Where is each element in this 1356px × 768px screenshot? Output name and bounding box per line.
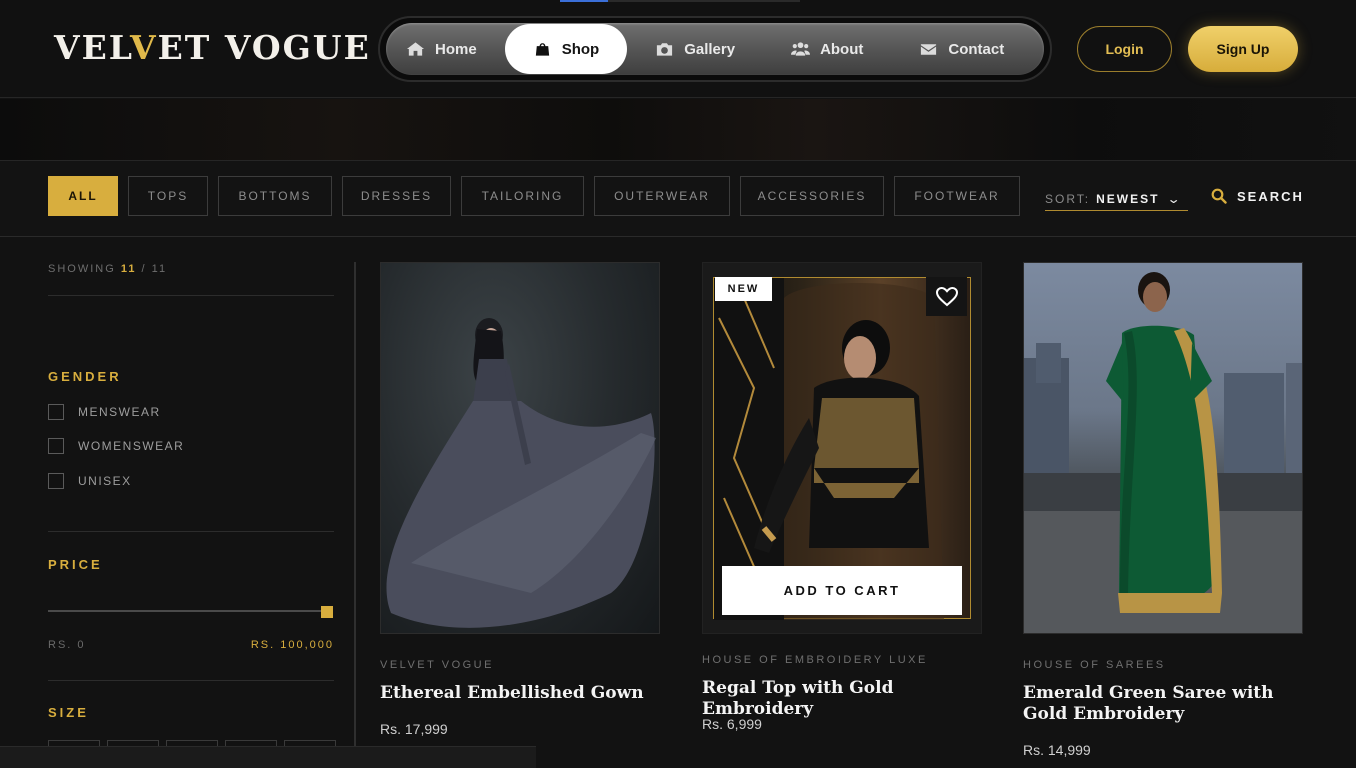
price-slider-track[interactable] bbox=[48, 610, 328, 612]
product-image[interactable] bbox=[380, 262, 660, 634]
product-name[interactable]: Regal Top with Gold Embroidery bbox=[702, 678, 982, 720]
gender-unisex-checkbox[interactable]: UNISEX bbox=[48, 473, 132, 489]
category-accessories[interactable]: ACCESSORIES bbox=[740, 176, 884, 216]
envelope-icon bbox=[921, 44, 937, 55]
size-title: SIZE bbox=[48, 705, 89, 720]
horizontal-scrollbar[interactable] bbox=[0, 746, 536, 768]
heart-icon bbox=[935, 286, 958, 306]
search-icon bbox=[1211, 188, 1227, 204]
category-all[interactable]: ALL bbox=[48, 176, 118, 216]
login-button[interactable]: Login bbox=[1077, 26, 1172, 72]
gender-menswear-checkbox[interactable]: MENSWEAR bbox=[48, 404, 161, 420]
main-nav: Home Shop Gallery About Contact bbox=[378, 16, 1052, 82]
new-badge: NEW bbox=[715, 277, 772, 301]
price-title: PRICE bbox=[48, 557, 103, 572]
product-price: Rs. 14,999 bbox=[1023, 742, 1091, 758]
results-count: SHOWING 11 / 11 bbox=[48, 263, 168, 275]
divider bbox=[48, 680, 334, 681]
filter-sidebar: SHOWING 11 / 11 GENDER MENSWEAR WOMENSWE… bbox=[48, 237, 336, 768]
site-header: VELVET VOGUE Home Shop Gallery About Con… bbox=[0, 0, 1356, 98]
product-price: Rs. 6,999 bbox=[702, 716, 762, 732]
gender-womenswear-checkbox[interactable]: WOMENSWEAR bbox=[48, 438, 184, 454]
search-button[interactable]: SEARCH bbox=[1211, 188, 1304, 204]
sort-label: SORT: bbox=[1045, 191, 1091, 206]
nav-home[interactable]: Home bbox=[406, 24, 477, 74]
sidebar-divider bbox=[354, 262, 356, 748]
nav-gallery[interactable]: Gallery bbox=[655, 24, 735, 74]
category-outerwear[interactable]: OUTERWEAR bbox=[594, 176, 730, 216]
chevron-down-icon: ⌄ bbox=[1167, 191, 1184, 206]
sort-value: NEWEST bbox=[1096, 191, 1160, 206]
checkbox-box[interactable] bbox=[48, 404, 64, 420]
product-brand: HOUSE OF SAREES bbox=[1023, 659, 1166, 671]
category-tops[interactable]: TOPS bbox=[128, 176, 208, 216]
category-filter-bar: ALL TOPS BOTTOMS DRESSES TAILORING OUTER… bbox=[0, 161, 1356, 237]
gown-illustration bbox=[386, 318, 656, 628]
nav-about[interactable]: About bbox=[791, 24, 863, 74]
category-footwear[interactable]: FOOTWEAR bbox=[894, 176, 1020, 216]
product-image[interactable] bbox=[1023, 262, 1303, 634]
gender-title: GENDER bbox=[48, 369, 122, 384]
category-tailoring[interactable]: TAILORING bbox=[461, 176, 584, 216]
add-to-cart-button[interactable]: ADD TO CART bbox=[722, 566, 962, 615]
nav-shop[interactable]: Shop bbox=[504, 24, 628, 74]
price-min-label: RS. 0 bbox=[48, 639, 86, 651]
product-brand: VELVET VOGUE bbox=[380, 659, 494, 671]
product-price: Rs. 17,999 bbox=[380, 721, 448, 737]
sort-dropdown[interactable]: SORT: NEWEST ⌄ bbox=[1045, 187, 1188, 211]
saree-illustration bbox=[1024, 272, 1302, 633]
divider bbox=[48, 531, 334, 532]
signup-button[interactable]: Sign Up bbox=[1188, 26, 1298, 72]
page-progress-bar bbox=[560, 0, 800, 2]
divider bbox=[48, 295, 334, 296]
price-max-label: RS. 100,000 bbox=[250, 639, 334, 651]
wishlist-button[interactable] bbox=[926, 277, 967, 316]
category-bottoms[interactable]: BOTTOMS bbox=[218, 176, 332, 216]
checkbox-box[interactable] bbox=[48, 473, 64, 489]
home-icon bbox=[406, 42, 425, 56]
price-slider-handle[interactable] bbox=[321, 606, 333, 618]
product-name[interactable]: Emerald Green Saree with Gold Embroidery bbox=[1023, 683, 1303, 725]
nav-contact[interactable]: Contact bbox=[919, 24, 1004, 74]
users-icon bbox=[791, 42, 811, 56]
bag-icon bbox=[535, 43, 549, 56]
product-brand: HOUSE OF EMBROIDERY LUXE bbox=[702, 654, 928, 666]
hero-banner-strip bbox=[0, 99, 1356, 161]
product-name[interactable]: Ethereal Embellished Gown bbox=[380, 683, 660, 704]
camera-icon bbox=[657, 43, 673, 56]
checkbox-box[interactable] bbox=[48, 438, 64, 454]
site-logo[interactable]: VELVET VOGUE bbox=[54, 28, 371, 67]
category-dresses[interactable]: DRESSES bbox=[342, 176, 451, 216]
